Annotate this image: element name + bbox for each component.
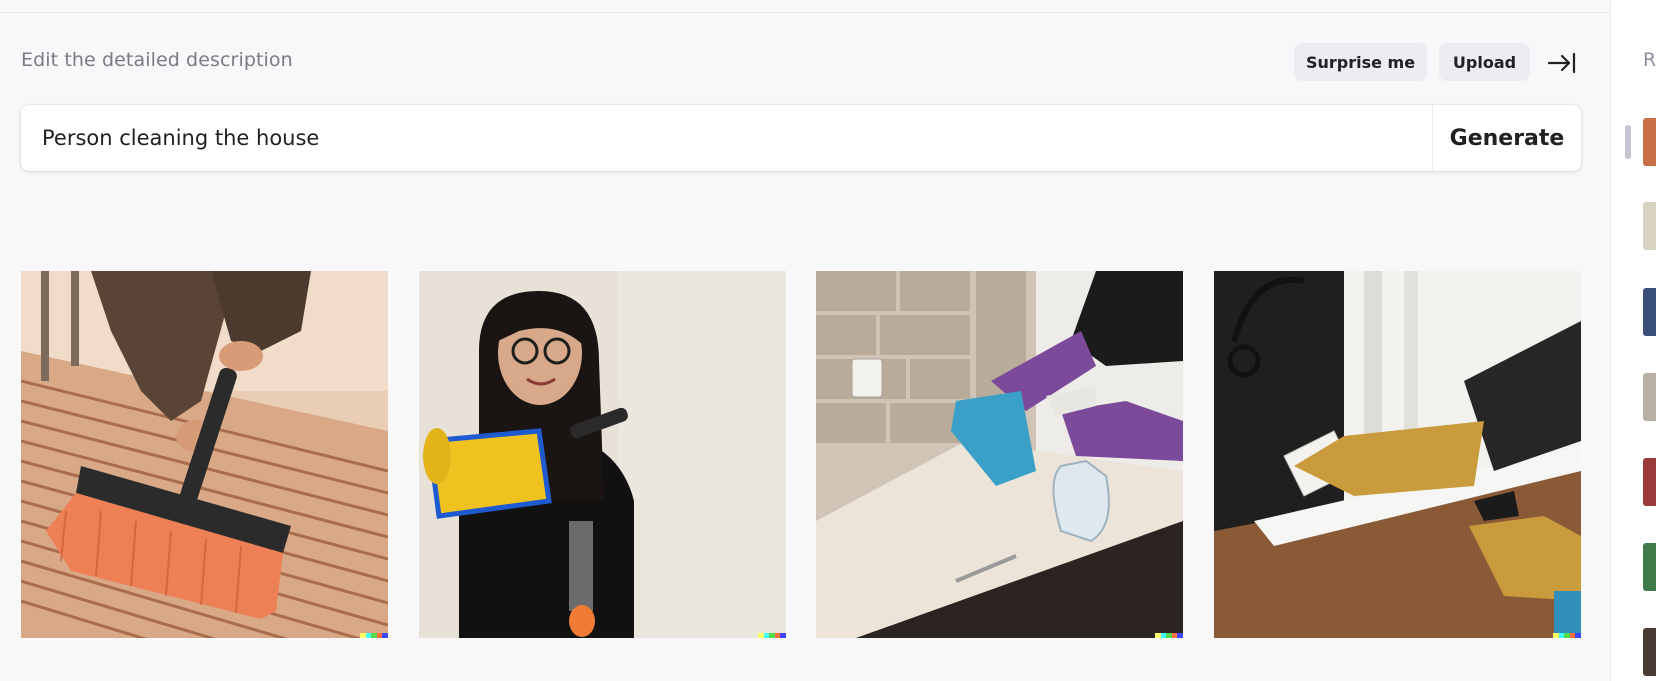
description-label: Edit the detailed description — [21, 49, 293, 71]
history-thumbnail[interactable] — [1643, 628, 1656, 676]
result-image-1[interactable] — [21, 271, 388, 638]
image-signature — [758, 633, 786, 638]
result-image-4[interactable] — [1214, 271, 1581, 638]
sidebar-scrollbar[interactable] — [1625, 125, 1631, 159]
top-divider — [0, 12, 1610, 13]
history-sidebar: R — [1610, 0, 1656, 681]
prompt-input[interactable] — [21, 105, 1431, 171]
image-signature — [1155, 633, 1183, 638]
collapse-sidebar-icon[interactable] — [1547, 50, 1577, 76]
history-thumbnail[interactable] — [1643, 458, 1656, 506]
result-image-2[interactable] — [419, 271, 786, 638]
result-image-3[interactable] — [816, 271, 1183, 638]
sidebar-title: R — [1643, 49, 1656, 71]
history-thumbnail[interactable] — [1643, 202, 1656, 250]
prompt-bar: Generate — [21, 105, 1581, 171]
wiping-door-image — [1214, 271, 1581, 638]
main-panel: Edit the detailed description Surprise m… — [0, 0, 1610, 681]
history-thumbnail[interactable] — [1643, 118, 1656, 166]
wiping-counter-image — [816, 271, 1183, 638]
image-signature — [360, 633, 388, 638]
brush-scrubbing-steps-image — [21, 271, 388, 638]
history-thumbnail[interactable] — [1643, 543, 1656, 591]
generate-button[interactable]: Generate — [1433, 105, 1581, 171]
history-thumbnail[interactable] — [1643, 373, 1656, 421]
history-thumbnail[interactable] — [1643, 288, 1656, 336]
surprise-me-button[interactable]: Surprise me — [1294, 43, 1427, 81]
woman-with-cleaning-tool-image — [419, 271, 786, 638]
image-signature — [1553, 633, 1581, 638]
upload-button[interactable]: Upload — [1439, 43, 1530, 81]
